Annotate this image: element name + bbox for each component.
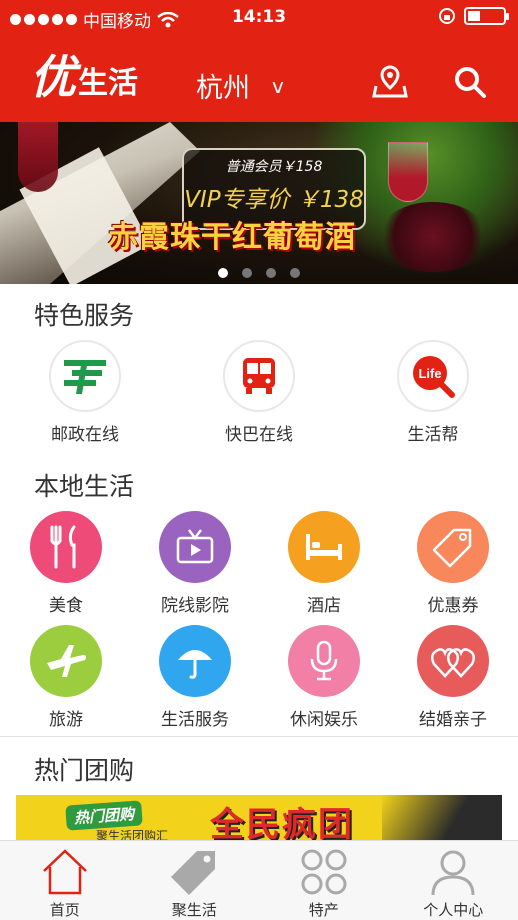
tab-profile[interactable]: 个人中心 xyxy=(389,841,518,920)
top-navbar: 优 生活 杭州 v xyxy=(0,36,518,122)
vip-price: VIP专享价 ￥138 xyxy=(184,187,364,213)
local-item-services[interactable]: 生活服务 xyxy=(140,625,250,730)
section-divider xyxy=(0,736,518,737)
service-item-life[interactable]: Life 生活帮 xyxy=(373,340,493,445)
wine-glass-image-2 xyxy=(388,142,428,202)
china-post-icon xyxy=(64,360,106,394)
status-bar: 中国移动 14:13 xyxy=(0,0,518,36)
wine-glass-image xyxy=(18,122,58,192)
local-item-entertainment[interactable]: 休闲娱乐 xyxy=(269,625,379,730)
local-label: 结婚亲子 xyxy=(419,710,487,730)
local-item-cinema[interactable]: 院线影院 xyxy=(140,511,250,616)
fork-knife-icon xyxy=(50,525,76,569)
airplane-icon xyxy=(47,645,87,677)
local-item-wedding[interactable]: 结婚亲子 xyxy=(398,625,508,730)
umbrella-icon xyxy=(178,650,212,679)
local-label: 生活服务 xyxy=(161,710,229,730)
chevron-down-icon: v xyxy=(272,73,284,98)
promo-banner[interactable]: 普通会员￥158 VIP专享价 ￥138 赤霞珠干红葡萄酒 xyxy=(0,122,518,284)
hearts-icon xyxy=(431,648,475,678)
tab-specialty[interactable]: 特产 xyxy=(259,841,389,920)
logo-mark: 优 xyxy=(30,50,76,104)
tab-label: 特产 xyxy=(308,901,339,919)
pagination-dot[interactable] xyxy=(266,268,276,278)
tv-icon xyxy=(176,529,214,564)
logo-text: 生活 xyxy=(78,66,138,101)
local-label: 美食 xyxy=(49,596,83,616)
local-item-hotel[interactable]: 酒店 xyxy=(269,511,379,616)
pagination-dot[interactable] xyxy=(218,268,228,278)
local-label: 旅游 xyxy=(49,710,83,730)
promo-subtitle: 聚生活团购汇 xyxy=(96,829,169,841)
tab-label: 首页 xyxy=(49,901,80,919)
section-title-groupbuy: 热门团购 xyxy=(34,756,135,785)
service-item-bus[interactable]: 快巴在线 xyxy=(199,340,319,445)
service-item-post[interactable]: 邮政在线 xyxy=(25,340,145,445)
local-label: 休闲娱乐 xyxy=(290,710,358,730)
home-icon xyxy=(42,849,87,895)
search-icon[interactable] xyxy=(450,62,490,102)
rotation-lock-icon xyxy=(439,8,455,24)
tag-icon xyxy=(171,851,216,895)
map-location-icon[interactable] xyxy=(370,62,410,102)
local-item-coupon[interactable]: 优惠券 xyxy=(398,511,508,616)
promo-headline: 全民疯团 xyxy=(210,805,354,841)
local-label: 院线影院 xyxy=(161,596,229,616)
groupbuy-banner[interactable]: 热门团购 聚生活团购汇 全民疯团 xyxy=(16,795,502,841)
bed-icon xyxy=(306,534,342,560)
local-label: 酒店 xyxy=(307,596,341,616)
service-label: 生活帮 xyxy=(407,425,459,445)
pagination-dot[interactable] xyxy=(290,268,300,278)
service-label: 邮政在线 xyxy=(51,425,119,445)
section-title-local: 本地生活 xyxy=(34,472,135,501)
tab-label: 个人中心 xyxy=(423,901,484,919)
bottom-tabbar: 首页 聚生活 特产 个人中心 xyxy=(0,840,518,920)
svg-text:Life: Life xyxy=(418,366,441,381)
local-item-travel[interactable]: 旅游 xyxy=(11,625,121,730)
app-logo: 优 生活 xyxy=(30,54,138,100)
tab-label: 聚生活 xyxy=(171,901,217,919)
pagination-dot[interactable] xyxy=(242,268,252,278)
member-price: 普通会员￥158 xyxy=(225,159,323,175)
bus-icon xyxy=(243,358,275,394)
section-title-special: 特色服务 xyxy=(34,301,135,330)
city-selector[interactable]: 杭州 v xyxy=(196,66,284,105)
promo-decoration xyxy=(382,795,502,841)
tab-home[interactable]: 首页 xyxy=(0,841,130,920)
battery-icon xyxy=(464,7,509,25)
city-label: 杭州 xyxy=(196,73,250,104)
local-label: 优惠券 xyxy=(427,596,479,616)
local-item-food[interactable]: 美食 xyxy=(11,511,121,616)
tag-icon xyxy=(432,528,472,568)
banner-pagination xyxy=(0,268,518,278)
banner-title: 赤霞珠干红葡萄酒 xyxy=(108,220,356,255)
microphone-icon xyxy=(310,640,338,681)
life-search-icon: Life xyxy=(413,356,455,398)
person-icon xyxy=(431,850,475,896)
tab-jushenghuo[interactable]: 聚生活 xyxy=(130,841,260,920)
service-label: 快巴在线 xyxy=(225,425,293,445)
grapes-image xyxy=(378,202,488,272)
grid-icon xyxy=(301,849,347,895)
